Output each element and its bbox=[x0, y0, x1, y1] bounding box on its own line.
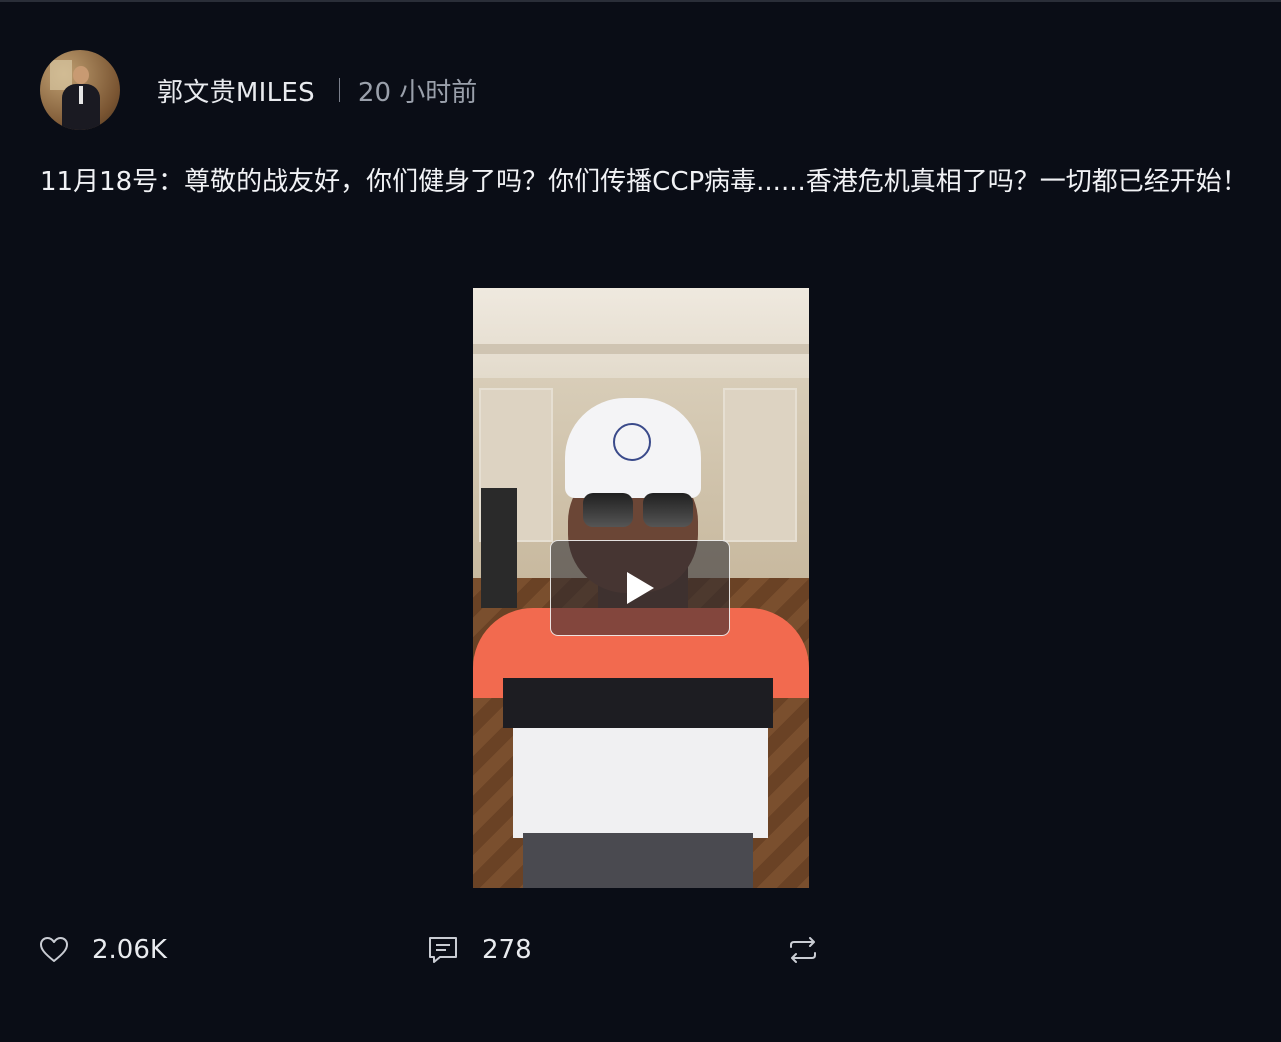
comment-button[interactable]: 278 bbox=[428, 922, 532, 978]
video-scene-shelf bbox=[481, 488, 517, 608]
heart-icon bbox=[40, 937, 68, 962]
video-person-shirt-stripe bbox=[503, 678, 773, 728]
post-header: 郭文贵MILES 20 小时前 bbox=[40, 50, 477, 130]
video-person-sunglasses bbox=[583, 493, 693, 529]
author-avatar[interactable] bbox=[40, 50, 120, 130]
avatar-figure-tie bbox=[79, 86, 83, 104]
video-scene-ceiling bbox=[473, 288, 809, 378]
repost-button[interactable] bbox=[788, 922, 818, 978]
video-scene-panel bbox=[723, 388, 797, 542]
video-person-shirt-bottom bbox=[513, 728, 768, 838]
sunglasses-lens bbox=[583, 493, 633, 527]
repost-icon bbox=[790, 937, 816, 963]
cap-logo-icon bbox=[613, 423, 651, 461]
like-count: 2.06K bbox=[92, 935, 167, 965]
post-actions: 2.06K 278 bbox=[40, 922, 860, 978]
post-timestamp: 20 小时前 bbox=[357, 77, 478, 108]
comment-icon bbox=[429, 937, 457, 963]
video-scene-molding bbox=[473, 344, 809, 354]
header-divider bbox=[338, 78, 340, 102]
post-text: 11月18号：尊敬的战友好，你们健身了吗？你们传播CCP病毒......香港危机… bbox=[40, 167, 1248, 197]
post-card: 郭文贵MILES 20 小时前 11月18号：尊敬的战友好，你们健身了吗？你们传… bbox=[0, 0, 1281, 1042]
avatar-figure-head bbox=[73, 66, 89, 84]
comment-count: 278 bbox=[482, 935, 532, 965]
play-button[interactable] bbox=[550, 540, 730, 636]
author-name[interactable]: 郭文贵MILES bbox=[157, 72, 315, 109]
video-person-pants bbox=[523, 833, 753, 888]
like-button[interactable]: 2.06K bbox=[40, 922, 167, 978]
sunglasses-lens bbox=[643, 493, 693, 527]
play-icon bbox=[627, 572, 654, 604]
